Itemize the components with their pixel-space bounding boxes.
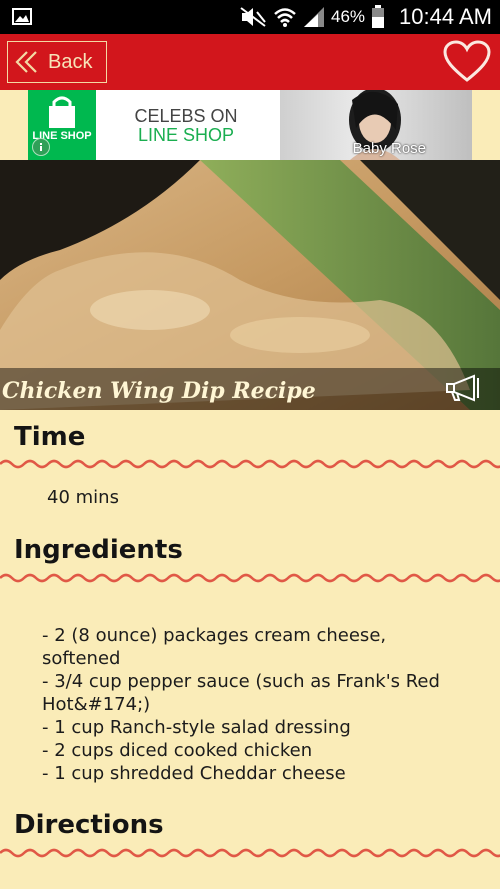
recipe-title: Chicken Wing Dip Recipe <box>2 378 316 404</box>
ad-banner[interactable]: LINE SHOP CELEBS ON LINE SHOP Baby Rose <box>28 90 472 160</box>
ad-headline-2: LINE SHOP <box>137 125 235 145</box>
shopping-bag-icon <box>49 96 75 128</box>
section-divider <box>0 573 500 583</box>
list-item: - 1 cup Ranch-style salad dressing <box>42 717 351 738</box>
ad-photo-caption: Baby Rose <box>352 140 426 157</box>
back-button[interactable]: Back <box>7 41 107 83</box>
info-icon[interactable] <box>32 138 50 156</box>
ingredients-heading: Ingredients <box>14 535 183 565</box>
list-item: - 1 cup shredded Cheddar cheese <box>42 763 346 784</box>
back-label: Back <box>48 50 93 73</box>
clock: 10:44 AM <box>399 4 492 29</box>
ad-photo: Baby Rose <box>280 90 472 160</box>
list-item: - 2 cups diced cooked chicken <box>42 740 313 761</box>
section-divider <box>0 848 500 858</box>
wifi-icon <box>274 8 296 27</box>
section-divider <box>0 459 500 469</box>
recipe-hero-image: Chicken Wing Dip Recipe <box>0 160 500 410</box>
list-item: softened <box>42 648 121 669</box>
time-value: 40 mins <box>47 487 119 508</box>
double-chevron-left-icon <box>15 51 37 73</box>
time-heading: Time <box>14 422 86 452</box>
image-icon <box>12 8 32 25</box>
status-bar: 46% 10:44 AM <box>0 0 500 34</box>
signal-icon <box>304 7 325 27</box>
heart-icon[interactable] <box>442 40 492 84</box>
ad-headline-1: CELEBS ON <box>134 106 238 126</box>
list-item: - 2 (8 ounce) packages cream cheese, <box>42 625 387 646</box>
app-bar: Back <box>0 34 500 90</box>
list-item: Hot&#174;) <box>42 694 151 715</box>
directions-heading: Directions <box>14 810 164 840</box>
megaphone-icon[interactable] <box>444 374 482 402</box>
battery-percent: 46% <box>331 7 366 26</box>
ingredients-list: - 2 (8 ounce) packages cream cheese, sof… <box>42 624 440 785</box>
mute-icon <box>240 7 266 27</box>
battery-icon <box>372 5 385 28</box>
list-item: - 3/4 cup pepper sauce (such as Frank's … <box>42 671 440 692</box>
line-shop-logo: LINE SHOP <box>28 90 96 160</box>
